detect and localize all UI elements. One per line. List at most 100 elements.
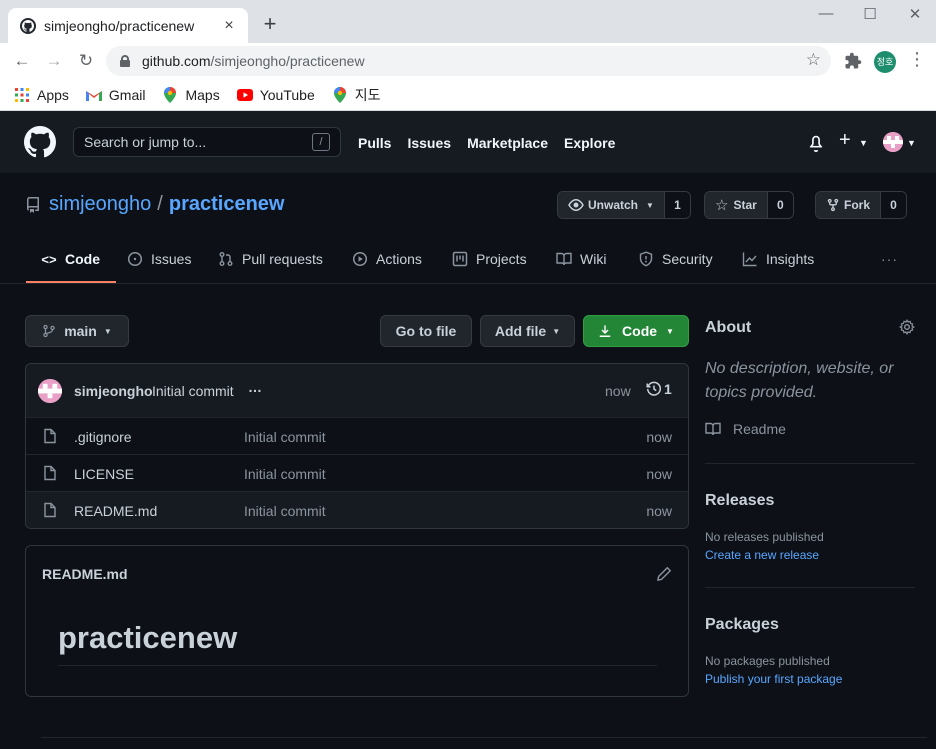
play-icon bbox=[352, 251, 368, 267]
file-row[interactable]: LICENSE Initial commit now bbox=[26, 454, 688, 491]
bookmark-maps-ko[interactable]: 지도 bbox=[332, 85, 381, 105]
unwatch-button[interactable]: Unwatch ▼ bbox=[558, 192, 664, 218]
tab-wiki[interactable]: Wiki bbox=[556, 235, 606, 283]
publish-package-link[interactable]: Publish your first package bbox=[705, 672, 842, 686]
create-release-link[interactable]: Create a new release bbox=[705, 548, 819, 562]
readme-filename: README.md bbox=[42, 566, 128, 582]
browser-tab[interactable]: simjeongho/practicenew × bbox=[8, 8, 248, 43]
bookmarks-bar: Apps Gmail Maps YouTube 지도 bbox=[0, 79, 936, 111]
pencil-icon[interactable] bbox=[656, 566, 672, 582]
back-button[interactable]: ← bbox=[10, 49, 34, 73]
close-window-icon[interactable]: ✕ bbox=[900, 5, 930, 23]
readme-link[interactable]: Readme bbox=[705, 421, 786, 437]
reload-button[interactable]: ↻ bbox=[74, 49, 98, 73]
file-list: simjeongho Initial commit … now 1 .gitig… bbox=[25, 363, 689, 529]
search-input[interactable]: Search or jump to... / bbox=[73, 127, 341, 157]
code-icon: <> bbox=[41, 251, 57, 267]
bookmark-youtube[interactable]: YouTube bbox=[236, 87, 315, 103]
tab-label: Issues bbox=[151, 251, 192, 267]
branch-name: main bbox=[64, 323, 97, 339]
maximize-window-icon[interactable]: ☐ bbox=[855, 5, 885, 23]
watch-button-group: Unwatch ▼ 1 bbox=[557, 191, 691, 219]
releases-title[interactable]: Releases bbox=[705, 492, 774, 510]
repo-owner-link[interactable]: simjeongho bbox=[49, 193, 151, 216]
tab-issues[interactable]: Issues bbox=[127, 235, 191, 283]
file-commit-message[interactable]: Initial commit bbox=[244, 429, 326, 445]
repo-description: No description, website, or topics provi… bbox=[705, 360, 894, 401]
tab-code[interactable]: <> Code bbox=[26, 235, 116, 283]
user-avatar[interactable] bbox=[883, 132, 903, 152]
tab-title: simjeongho/practicenew bbox=[44, 17, 195, 34]
tab-label: Projects bbox=[476, 251, 527, 267]
star-count[interactable]: 0 bbox=[766, 192, 793, 218]
chevron-down-icon[interactable]: ▼ bbox=[859, 138, 868, 148]
git-pull-request-icon bbox=[219, 252, 233, 266]
star-button[interactable]: ☆ Star bbox=[705, 192, 767, 218]
file-name[interactable]: LICENSE bbox=[74, 466, 134, 482]
minimize-window-icon[interactable]: — bbox=[811, 5, 841, 22]
commit-expand-button[interactable]: … bbox=[248, 379, 262, 395]
create-new-plus-icon[interactable]: + bbox=[839, 129, 851, 152]
tab-security[interactable]: Security bbox=[638, 235, 713, 283]
add-file-button[interactable]: Add file ▼ bbox=[480, 315, 575, 347]
file-name[interactable]: README.md bbox=[74, 503, 157, 519]
sidebar-divider bbox=[705, 587, 915, 588]
book-icon bbox=[556, 252, 572, 266]
forward-button[interactable]: → bbox=[42, 49, 66, 73]
chevron-down-icon[interactable]: ▼ bbox=[907, 138, 916, 148]
nav-marketplace[interactable]: Marketplace bbox=[467, 135, 548, 151]
bell-icon[interactable] bbox=[807, 134, 825, 152]
commit-author[interactable]: simjeongho bbox=[74, 383, 153, 399]
extensions-puzzle-icon[interactable] bbox=[844, 52, 862, 70]
address-bar[interactable]: github.com/simjeongho/practicenew ☆ bbox=[106, 46, 831, 76]
watch-count[interactable]: 1 bbox=[663, 192, 690, 218]
history-icon bbox=[646, 381, 661, 396]
tab-projects[interactable]: Projects bbox=[452, 235, 527, 283]
browser-menu-icon[interactable]: ⋮ bbox=[908, 49, 926, 70]
profile-avatar[interactable]: 정호 bbox=[874, 51, 896, 73]
go-to-file-button[interactable]: Go to file bbox=[380, 315, 472, 347]
branch-select-button[interactable]: main ▼ bbox=[25, 315, 129, 347]
commit-history-link[interactable]: 1 bbox=[646, 381, 672, 397]
bookmark-maps[interactable]: Maps bbox=[162, 86, 220, 103]
star-button-group: ☆ Star 0 bbox=[704, 191, 794, 219]
readme-link-label: Readme bbox=[733, 421, 786, 437]
repo-name-link[interactable]: practicenew bbox=[169, 193, 285, 216]
tab-pull-requests[interactable]: Pull requests bbox=[218, 235, 323, 283]
git-branch-icon bbox=[43, 324, 55, 338]
github-logo-icon[interactable] bbox=[24, 126, 56, 158]
file-commit-message[interactable]: Initial commit bbox=[244, 466, 326, 482]
nav-pulls[interactable]: Pulls bbox=[358, 135, 391, 151]
tab-label: Insights bbox=[766, 251, 815, 267]
file-row[interactable]: .gitignore Initial commit now bbox=[26, 417, 688, 454]
history-count: 1 bbox=[664, 381, 672, 397]
bookmark-label: Apps bbox=[37, 86, 69, 103]
bookmark-star-icon[interactable]: ☆ bbox=[806, 50, 821, 70]
search-shortcut-key: / bbox=[312, 133, 330, 151]
file-name[interactable]: .gitignore bbox=[74, 429, 132, 445]
code-download-button[interactable]: Code ▼ bbox=[583, 315, 689, 347]
packages-empty-text: No packages published bbox=[705, 654, 830, 668]
tab-label: Security bbox=[662, 251, 713, 267]
bookmark-gmail[interactable]: Gmail bbox=[85, 87, 145, 103]
fork-button[interactable]: Fork bbox=[816, 192, 881, 218]
commit-author-avatar[interactable] bbox=[38, 379, 62, 403]
file-row[interactable]: README.md Initial commit now bbox=[26, 491, 688, 528]
tabs-divider bbox=[0, 283, 936, 284]
close-tab-icon[interactable]: × bbox=[220, 17, 238, 35]
tabs-more-button[interactable]: ··· bbox=[881, 235, 898, 283]
code-label: Code bbox=[622, 323, 658, 339]
new-tab-button[interactable]: + bbox=[258, 12, 282, 36]
tab-actions[interactable]: Actions bbox=[352, 235, 422, 283]
repo-forked-icon bbox=[827, 198, 839, 212]
nav-issues[interactable]: Issues bbox=[407, 135, 451, 151]
nav-explore[interactable]: Explore bbox=[564, 135, 615, 151]
file-commit-message[interactable]: Initial commit bbox=[244, 503, 326, 519]
gear-icon[interactable] bbox=[899, 319, 915, 335]
maps-pin-icon bbox=[162, 86, 178, 103]
bookmark-apps[interactable]: Apps bbox=[14, 87, 69, 103]
tab-insights[interactable]: Insights bbox=[742, 235, 814, 283]
fork-count[interactable]: 0 bbox=[880, 192, 907, 218]
packages-title[interactable]: Packages bbox=[705, 616, 779, 634]
commit-message[interactable]: Initial commit bbox=[152, 383, 234, 399]
